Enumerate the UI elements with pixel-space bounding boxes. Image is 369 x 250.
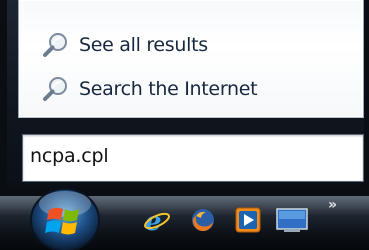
start-button[interactable] xyxy=(28,182,102,250)
media-player-icon[interactable] xyxy=(234,206,262,234)
quick-launch-overflow-button[interactable]: » xyxy=(328,197,337,213)
see-all-results-label: See all results xyxy=(79,34,208,56)
magnifier-icon xyxy=(43,33,67,57)
search-results-panel: See all results Search the Internet xyxy=(18,0,364,118)
firefox-icon[interactable] xyxy=(189,206,217,234)
start-search-input[interactable]: ncpa.cpl xyxy=(22,134,364,182)
see-all-results-item[interactable]: See all results xyxy=(41,29,331,61)
search-internet-label: Search the Internet xyxy=(79,78,258,100)
search-input-value: ncpa.cpl xyxy=(30,145,109,167)
show-desktop-icon[interactable] xyxy=(276,208,308,234)
search-internet-item[interactable]: Search the Internet xyxy=(41,73,331,105)
magnifier-icon xyxy=(43,77,67,101)
internet-explorer-icon[interactable]: e xyxy=(143,206,171,234)
